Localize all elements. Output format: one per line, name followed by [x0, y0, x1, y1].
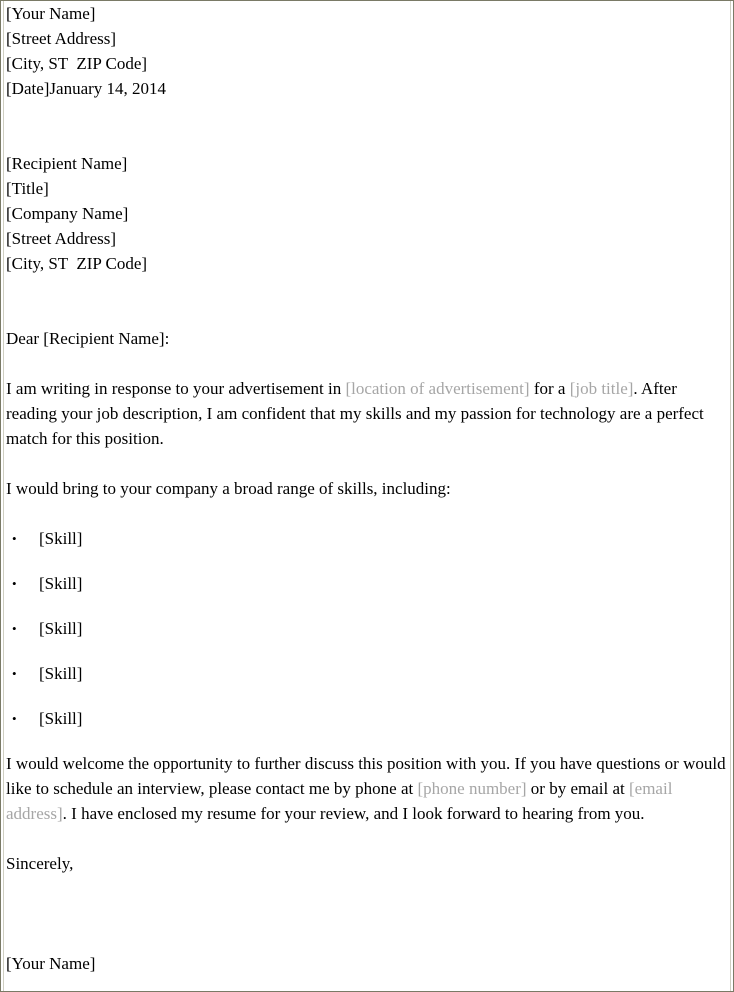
letter-body: [Your Name] [Street Address] [City, ST Z…: [1, 1, 733, 991]
spacer-before-skills: [6, 501, 729, 526]
skill-label: [Skill]: [39, 619, 83, 638]
list-item: • [Skill]: [6, 616, 729, 661]
list-item: • [Skill]: [6, 706, 729, 751]
placeholder-location-of-advertisement: [location of advertisement]: [345, 379, 530, 398]
spacer-after-sender: [6, 101, 729, 151]
list-item: • [Skill]: [6, 661, 729, 706]
signoff: Sincerely,: [6, 854, 74, 873]
salutation: Dear [Recipient Name]:: [6, 329, 170, 348]
letter-page: [Your Name] [Street Address] [City, ST Z…: [0, 0, 734, 992]
spacer-after-salutation: [6, 351, 729, 376]
bullet-icon: •: [12, 531, 17, 546]
sender-address-block: [Your Name] [Street Address] [City, ST Z…: [6, 1, 729, 101]
recipient-city-state-zip: [City, ST ZIP Code]: [6, 254, 148, 273]
spacer-after-intro: [6, 451, 729, 476]
skill-label: [Skill]: [39, 529, 83, 548]
signature-space: [6, 876, 729, 951]
letter-date: [Date]January 14, 2014: [6, 79, 167, 98]
recipient-name: [Recipient Name]: [6, 154, 128, 173]
spacer-before-signoff: [6, 826, 729, 851]
intro-text-part1: I am writing in response to your adverti…: [6, 379, 346, 398]
list-item: • [Skill]: [6, 571, 729, 616]
recipient-street-address: [Street Address]: [6, 229, 117, 248]
closing-text-part2: or by email at: [526, 779, 629, 798]
sender-street-address: [Street Address]: [6, 29, 117, 48]
closing-text-part3: . I have enclosed my resume for your rev…: [62, 804, 645, 823]
intro-paragraph: I am writing in response to your adverti…: [6, 376, 729, 451]
bullet-icon: •: [12, 621, 17, 636]
sender-city-state-zip: [City, ST ZIP Code]: [6, 54, 148, 73]
closing-paragraph: I would welcome the opportunity to furth…: [6, 751, 729, 826]
skill-label: [Skill]: [39, 709, 83, 728]
skill-label: [Skill]: [39, 664, 83, 683]
bullet-icon: •: [12, 666, 17, 681]
intro-text-part2: for a: [529, 379, 570, 398]
placeholder-phone-number: [phone number]: [417, 779, 527, 798]
recipient-company: [Company Name]: [6, 204, 129, 223]
recipient-title: [Title]: [6, 179, 49, 198]
recipient-address-block: [Recipient Name] [Title] [Company Name] …: [6, 151, 729, 276]
placeholder-job-title: [job title]: [569, 379, 634, 398]
signature-name: [Your Name]: [6, 954, 96, 973]
skills-intro: I would bring to your company a broad ra…: [6, 479, 451, 498]
bullet-icon: •: [12, 576, 17, 591]
skills-list: • [Skill] • [Skill] • [Skill] • [Skill] …: [6, 526, 729, 751]
spacer-after-recipient: [6, 276, 729, 326]
sender-name: [Your Name]: [6, 4, 96, 23]
bullet-icon: •: [12, 711, 17, 726]
skill-label: [Skill]: [39, 574, 83, 593]
spacer-before-enclosure: [6, 976, 729, 991]
list-item: • [Skill]: [6, 526, 729, 571]
